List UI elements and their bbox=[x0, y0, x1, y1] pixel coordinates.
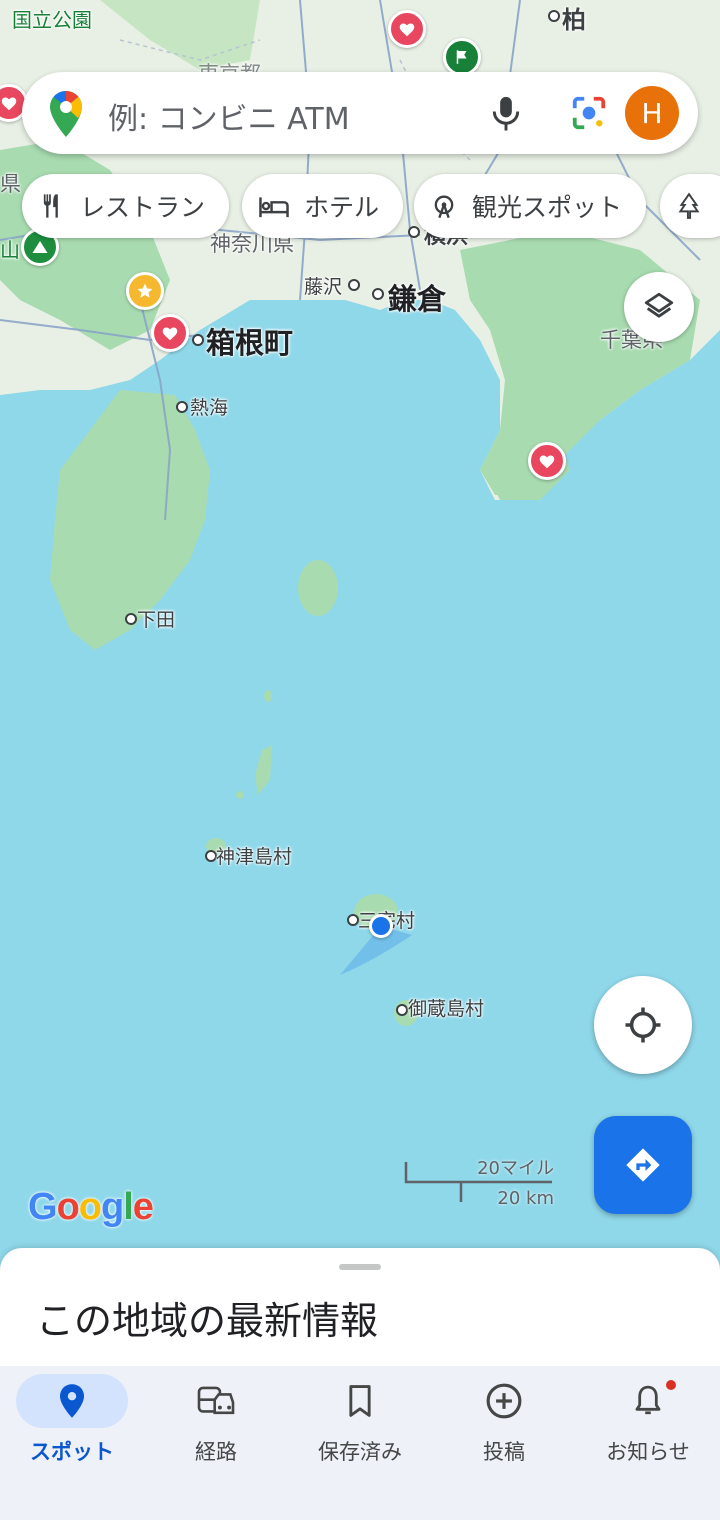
nav-label: スポット bbox=[30, 1440, 114, 1464]
nav-label: 保存済み bbox=[318, 1440, 402, 1464]
layers-icon bbox=[644, 292, 674, 318]
heart-icon bbox=[539, 455, 555, 469]
bottom-navigation: スポット 経路 保存済み 投稿 お知らせ bbox=[0, 1366, 720, 1520]
restaurant-icon bbox=[43, 194, 58, 218]
map-scale: 20マイル 20 km bbox=[404, 1152, 554, 1209]
attraction-icon bbox=[434, 195, 454, 219]
map-dot-kamakura bbox=[372, 288, 384, 300]
nav-commute[interactable]: 経路 bbox=[144, 1374, 288, 1484]
add-circle-icon bbox=[486, 1383, 522, 1419]
maps-logo-icon bbox=[50, 91, 82, 137]
directions-icon bbox=[626, 1148, 660, 1182]
chip-label: ホテル bbox=[304, 193, 380, 222]
directions-button[interactable] bbox=[594, 1116, 692, 1214]
nav-label: 経路 bbox=[195, 1440, 237, 1464]
hotel-icon bbox=[259, 197, 289, 218]
flag-icon bbox=[456, 50, 467, 64]
my-location-button[interactable] bbox=[594, 976, 692, 1074]
chip-restaurant[interactable]: レストラン bbox=[22, 174, 230, 238]
scale-km: 20 km bbox=[497, 1188, 554, 1209]
flag-place-pin[interactable] bbox=[443, 38, 481, 76]
heart-icon bbox=[1, 97, 17, 111]
map-dot-hakone bbox=[192, 334, 204, 346]
bookmark-icon bbox=[349, 1385, 371, 1417]
nav-saved[interactable]: 保存済み bbox=[288, 1374, 432, 1484]
microphone-icon[interactable] bbox=[488, 94, 524, 132]
google-lens-icon[interactable] bbox=[570, 94, 608, 132]
search-bar[interactable]: 例: コンビニ ATM H bbox=[22, 72, 698, 154]
chip-attraction[interactable]: 観光スポット bbox=[414, 174, 647, 238]
google-attribution: Google bbox=[28, 1186, 154, 1228]
search-input[interactable]: 例: コンビニ ATM bbox=[108, 94, 350, 138]
saved-place-heart-pin[interactable] bbox=[151, 314, 189, 352]
current-location-dot bbox=[369, 914, 393, 938]
map-dot-atami bbox=[176, 401, 188, 413]
chip-park[interactable] bbox=[660, 174, 720, 238]
layers-button[interactable] bbox=[624, 272, 694, 342]
map-label-fujisawa: 藤沢 bbox=[304, 276, 343, 298]
notification-badge bbox=[666, 1380, 676, 1390]
park-icon bbox=[678, 192, 700, 219]
heart-icon bbox=[162, 327, 178, 341]
map-label-ken: 県 bbox=[0, 172, 21, 196]
mountain-icon bbox=[32, 241, 48, 253]
map-label-kamakura: 鎌倉 bbox=[388, 282, 447, 316]
account-avatar[interactable]: H bbox=[625, 86, 679, 140]
nav-label: お知らせ bbox=[606, 1440, 690, 1464]
map-label-park: 国立公園 bbox=[12, 8, 92, 32]
map-dot-fujisawa bbox=[348, 279, 360, 291]
sheet-title: この地域の最新情報 bbox=[36, 1299, 379, 1343]
map-dot-kashiwa bbox=[548, 10, 560, 22]
crosshair-icon bbox=[625, 1007, 661, 1043]
map-label-yama: 山 bbox=[0, 238, 20, 262]
map-label-shimoda: 下田 bbox=[137, 609, 176, 631]
nav-label: 投稿 bbox=[483, 1440, 525, 1464]
bottom-sheet[interactable]: この地域の最新情報 bbox=[0, 1248, 720, 1368]
heart-icon bbox=[399, 23, 415, 37]
saved-place-heart-pin[interactable] bbox=[388, 10, 426, 48]
map-dot-shimoda bbox=[125, 613, 137, 625]
map-label-kozushima: 神津島村 bbox=[216, 846, 293, 868]
chip-label: レストラン bbox=[80, 193, 206, 222]
commute-icon bbox=[197, 1386, 235, 1415]
star-icon bbox=[137, 283, 153, 298]
nav-contribute[interactable]: 投稿 bbox=[432, 1374, 576, 1484]
nav-explore[interactable]: スポット bbox=[0, 1374, 144, 1484]
chip-label: 観光スポット bbox=[472, 193, 623, 222]
chip-hotel[interactable]: ホテル bbox=[242, 174, 404, 238]
map-dot-mikurajima bbox=[396, 1004, 408, 1016]
saved-place-heart-pin[interactable] bbox=[528, 442, 566, 480]
map-label-atami: 熱海 bbox=[190, 397, 229, 419]
map-label-kashiwa: 柏 bbox=[562, 6, 586, 34]
nav-updates[interactable]: お知らせ bbox=[576, 1374, 720, 1484]
starred-place-pin[interactable] bbox=[126, 272, 164, 310]
sheet-drag-handle[interactable] bbox=[339, 1264, 381, 1270]
map-dot-yokohama bbox=[408, 226, 420, 238]
scale-miles: 20マイル bbox=[477, 1158, 554, 1179]
bell-icon bbox=[635, 1385, 661, 1415]
map-label-hakone: 箱根町 bbox=[206, 326, 294, 360]
map-label-mikurajima: 御蔵島村 bbox=[408, 998, 485, 1020]
spot-pin-icon bbox=[60, 1384, 84, 1418]
